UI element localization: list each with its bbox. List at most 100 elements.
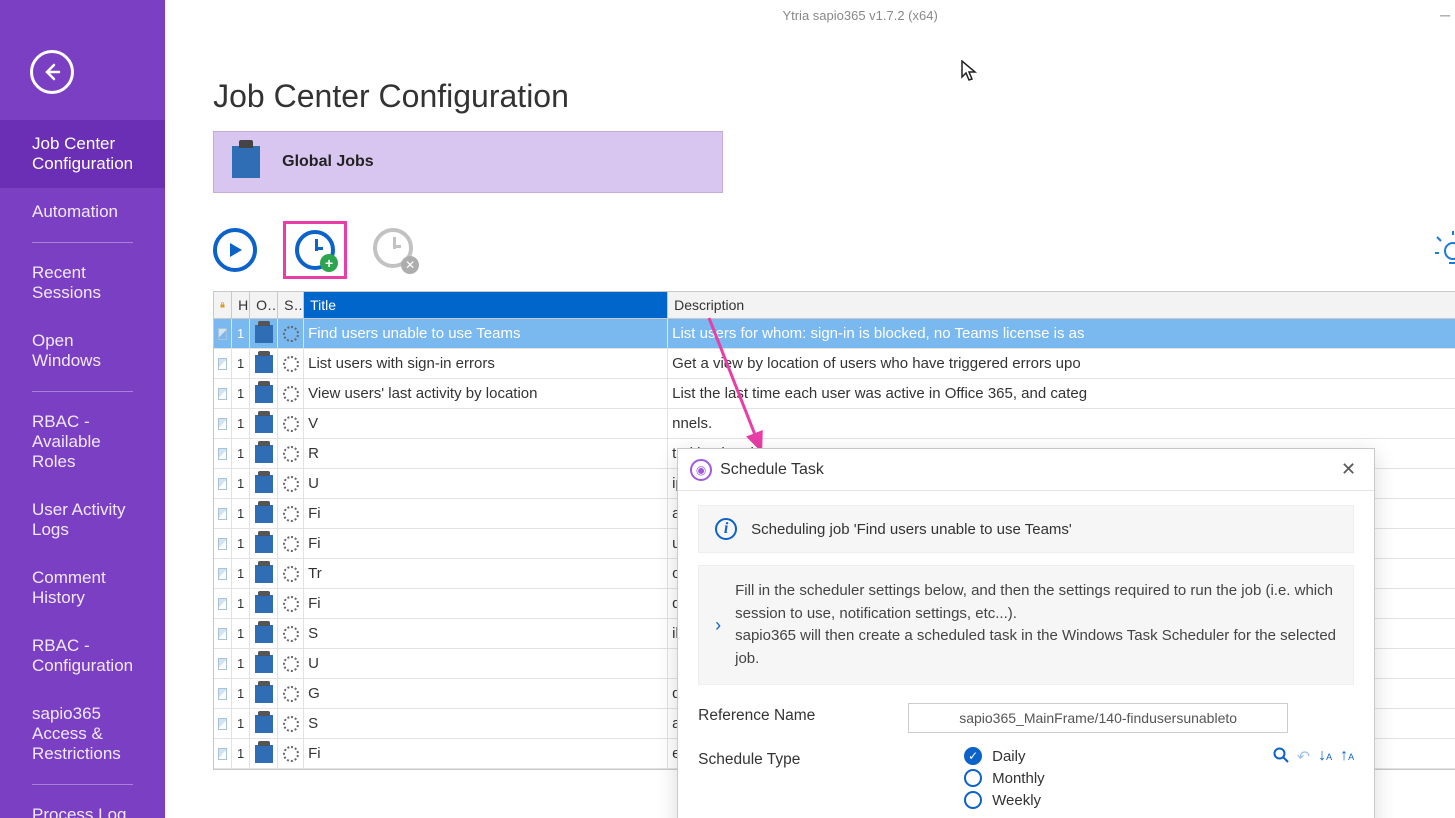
search-icon[interactable] bbox=[1273, 747, 1289, 768]
row-number: 1 bbox=[232, 499, 250, 528]
row-title: V bbox=[304, 409, 668, 438]
tips-icon[interactable] bbox=[1433, 229, 1455, 271]
row-title: Fi bbox=[304, 739, 668, 768]
instruction-text: Fill in the scheduler settings below, an… bbox=[735, 580, 1337, 670]
gear-icon bbox=[283, 356, 299, 372]
sort-asc-icon[interactable]: ↑A bbox=[1340, 747, 1354, 768]
radio-weekly[interactable]: Weekly bbox=[964, 791, 1354, 809]
col-h[interactable]: H bbox=[232, 292, 250, 318]
reference-name-label: Reference Name bbox=[698, 703, 908, 725]
row-number: 1 bbox=[232, 679, 250, 708]
folder-icon bbox=[255, 385, 273, 403]
edit-icon bbox=[218, 748, 227, 760]
row-title: U bbox=[304, 649, 668, 678]
divider bbox=[32, 784, 133, 785]
row-description: List the last time each user was active … bbox=[668, 379, 1455, 408]
table-row[interactable]: 1Find users unable to use TeamsList user… bbox=[214, 319, 1455, 349]
folder-icon bbox=[255, 745, 273, 763]
row-number: 1 bbox=[232, 529, 250, 558]
info-box: i Scheduling job 'Find users unable to u… bbox=[698, 505, 1354, 553]
gear-icon bbox=[283, 386, 299, 402]
clipboard-icon bbox=[232, 146, 260, 178]
row-number: 1 bbox=[232, 379, 250, 408]
sidebar-item-automation[interactable]: Automation bbox=[0, 188, 165, 236]
col-s[interactable]: S... bbox=[278, 292, 304, 318]
sidebar: Job Center Configuration Automation Rece… bbox=[0, 0, 165, 818]
schedule-remove-button[interactable]: ✕ bbox=[373, 228, 417, 272]
sidebar-item-access-restrictions[interactable]: sapio365 Access & Restrictions bbox=[0, 690, 165, 778]
dialog-title: Schedule Task bbox=[720, 461, 824, 479]
row-title: Fi bbox=[304, 529, 668, 558]
sidebar-item-job-center[interactable]: Job Center Configuration bbox=[0, 120, 165, 188]
divider bbox=[32, 391, 133, 392]
instruction-box: › Fill in the scheduler settings below, … bbox=[698, 565, 1354, 685]
gear-icon bbox=[283, 416, 299, 432]
gear-icon bbox=[283, 476, 299, 492]
row-title: G bbox=[304, 679, 668, 708]
sidebar-item-comment-history[interactable]: Comment History bbox=[0, 554, 165, 622]
folder-icon bbox=[255, 625, 273, 643]
run-job-button[interactable] bbox=[213, 228, 257, 272]
info-icon: i bbox=[715, 518, 737, 540]
back-button[interactable] bbox=[30, 50, 74, 94]
edit-icon bbox=[218, 688, 227, 700]
edit-icon bbox=[218, 658, 227, 670]
folder-icon bbox=[255, 355, 273, 373]
edit-icon bbox=[218, 478, 227, 490]
table-row[interactable]: 1List users with sign-in errorsGet a vie… bbox=[214, 349, 1455, 379]
dialog-close-button[interactable]: ✕ bbox=[1335, 457, 1362, 482]
expand-chevron-icon[interactable]: › bbox=[715, 615, 721, 636]
minimize-button[interactable]: ─ bbox=[1423, 0, 1455, 30]
row-number: 1 bbox=[232, 619, 250, 648]
sidebar-item-rbac-roles[interactable]: RBAC - Available Roles bbox=[0, 398, 165, 486]
global-jobs-card[interactable]: Global Jobs bbox=[213, 131, 723, 193]
row-title: S bbox=[304, 709, 668, 738]
gear-icon bbox=[283, 686, 299, 702]
undo-icon[interactable]: ↶ bbox=[1297, 747, 1310, 768]
table-row[interactable]: 1 Vnnels. bbox=[214, 409, 1455, 439]
table-row[interactable]: 1View users' last activity by locationLi… bbox=[214, 379, 1455, 409]
sidebar-item-recent-sessions[interactable]: Recent Sessions bbox=[0, 249, 165, 317]
gear-icon bbox=[283, 536, 299, 552]
titlebar: Ytria sapio365 v1.7.2 (x64) ─ ▢ ✕ bbox=[165, 0, 1455, 30]
global-jobs-label: Global Jobs bbox=[282, 153, 374, 171]
page-title: Job Center Configuration bbox=[213, 78, 1455, 115]
sidebar-item-open-windows[interactable]: Open Windows bbox=[0, 317, 165, 385]
window-title: Ytria sapio365 v1.7.2 (x64) bbox=[782, 8, 937, 23]
row-title: Fi bbox=[304, 499, 668, 528]
schedule-add-button[interactable]: + bbox=[283, 221, 347, 279]
folder-icon bbox=[255, 415, 273, 433]
folder-icon bbox=[255, 565, 273, 583]
folder-icon bbox=[255, 475, 273, 493]
reference-name-input[interactable] bbox=[908, 703, 1288, 733]
col-lock[interactable] bbox=[214, 292, 232, 318]
folder-icon bbox=[255, 535, 273, 553]
row-number: 1 bbox=[232, 589, 250, 618]
row-number: 1 bbox=[232, 439, 250, 468]
row-description: Get a view by location of users who have… bbox=[668, 349, 1455, 378]
sidebar-item-process-log[interactable]: Process Log bbox=[0, 791, 165, 818]
sort-desc-icon[interactable]: ↓A bbox=[1318, 747, 1332, 768]
edit-icon bbox=[218, 448, 227, 460]
col-o[interactable]: O... bbox=[250, 292, 278, 318]
sidebar-item-rbac-config[interactable]: RBAC - Configuration bbox=[0, 622, 165, 690]
row-description: List users for whom: sign-in is blocked,… bbox=[668, 319, 1455, 348]
edit-icon bbox=[218, 358, 227, 370]
schedule-task-dialog: ◉ Schedule Task ✕ i Scheduling job 'Find… bbox=[677, 448, 1375, 818]
gear-icon bbox=[283, 746, 299, 762]
row-description: nnels. bbox=[668, 409, 1455, 438]
row-number: 1 bbox=[232, 559, 250, 588]
info-text: Scheduling job 'Find users unable to use… bbox=[751, 521, 1072, 538]
sidebar-item-activity-logs[interactable]: User Activity Logs bbox=[0, 486, 165, 554]
col-title[interactable]: Title bbox=[304, 292, 668, 318]
main: Ytria sapio365 v1.7.2 (x64) ─ ▢ ✕ Job Ce… bbox=[165, 0, 1455, 818]
row-title: R bbox=[304, 439, 668, 468]
edit-icon bbox=[218, 568, 227, 580]
edit-icon bbox=[218, 538, 227, 550]
row-number: 1 bbox=[232, 319, 250, 348]
row-title: List users with sign-in errors bbox=[304, 349, 668, 378]
col-description[interactable]: Description bbox=[668, 292, 1455, 318]
row-number: 1 bbox=[232, 709, 250, 738]
row-number: 1 bbox=[232, 409, 250, 438]
radio-monthly[interactable]: Monthly bbox=[964, 769, 1354, 787]
